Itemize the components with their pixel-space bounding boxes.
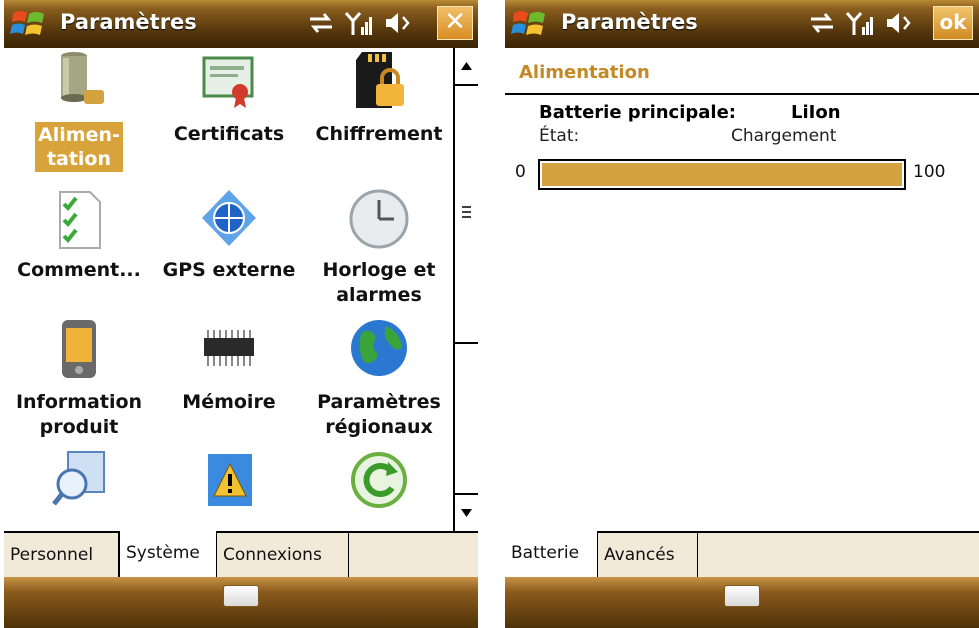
grid-item-search[interactable]	[4, 450, 154, 531]
tab-avances[interactable]: Avancés	[598, 533, 698, 577]
window-title: Paramètres	[561, 10, 698, 34]
tab-personnel[interactable]: Personnel	[4, 533, 119, 577]
memory-chip-icon	[204, 330, 254, 366]
grid-item-reset[interactable]	[304, 450, 453, 531]
tab-connexions[interactable]: Connexions	[217, 533, 349, 577]
warning-report-icon	[208, 454, 252, 506]
arrow-down-icon	[461, 509, 472, 517]
scroll-down-button[interactable]	[455, 493, 478, 531]
tab-bar: Personnel Système Connexions	[4, 531, 478, 577]
encryption-sdcard-lock-icon	[356, 52, 404, 108]
vertical-scrollbar[interactable]	[453, 48, 478, 531]
arrow-up-icon	[461, 62, 472, 70]
grid-item-label: Information produit	[15, 391, 143, 438]
grid-item-certificats[interactable]: Certificats	[154, 50, 304, 180]
close-button[interactable]: ✕	[437, 6, 473, 40]
softkey-bar	[4, 577, 478, 628]
clock-icon	[349, 189, 409, 249]
signal-strength-icon[interactable]	[344, 9, 374, 37]
grid-item-label: Certificats	[173, 123, 285, 145]
keyboard-icon[interactable]	[724, 585, 760, 607]
window-title: Paramètres	[60, 10, 197, 34]
signal-strength-icon[interactable]	[845, 9, 875, 37]
grip-icon	[462, 206, 471, 218]
power-settings-screen: Paramètres ok Alimentation Batterie prin…	[505, 0, 979, 628]
connectivity-arrows-icon[interactable]	[807, 9, 837, 37]
connectivity-arrows-icon[interactable]	[306, 9, 336, 37]
grid-item-information-produit[interactable]: Information produit	[4, 318, 154, 448]
state-label: État:	[539, 126, 580, 146]
grid-item-label: Alimen- tation	[4, 122, 154, 172]
grid-item-label: GPS externe	[162, 259, 296, 281]
grid-item-horloge[interactable]: Horloge et alarmes	[304, 188, 453, 308]
grid-item-comment[interactable]: Comment...	[4, 188, 154, 308]
windows-start-icon[interactable]	[10, 7, 48, 41]
certificate-icon	[202, 56, 254, 108]
settings-grid: Alimen- tation Certificats Chiffrement C…	[4, 48, 453, 531]
grid-item-warning[interactable]	[154, 450, 304, 531]
state-value: Chargement	[731, 126, 837, 146]
page-heading: Alimentation	[519, 62, 650, 83]
volume-icon[interactable]	[883, 9, 913, 37]
gps-globe-icon	[202, 190, 256, 246]
search-windows-icon	[52, 451, 105, 506]
scroll-thumb[interactable]	[455, 86, 478, 344]
grid-item-chiffrement[interactable]: Chiffrement	[304, 50, 453, 180]
grid-item-gps-externe[interactable]: GPS externe	[154, 188, 304, 308]
pda-device-icon	[62, 320, 96, 378]
progress-min-label: 0	[515, 162, 526, 182]
softkey-bar	[505, 577, 979, 628]
battery-type: LiIon	[791, 102, 841, 123]
battery-level-fill	[542, 163, 902, 186]
settings-system-screen: Paramètres ✕ Alimen- tation Certificats …	[4, 0, 478, 628]
grid-item-parametres-regionaux[interactable]: Paramètres régionaux	[304, 318, 453, 448]
ok-button[interactable]: ok	[933, 6, 973, 40]
volume-icon[interactable]	[382, 9, 412, 37]
battery-level-bar	[538, 159, 906, 190]
title-bar: Paramètres ok	[505, 0, 979, 48]
tab-bar: Batterie Avancés	[505, 531, 979, 577]
keyboard-icon[interactable]	[223, 585, 259, 607]
progress-max-label: 100	[913, 162, 946, 182]
battery-label: Batterie principale:	[539, 102, 736, 123]
grid-item-label: Chiffrement	[315, 123, 443, 145]
tab-batterie[interactable]: Batterie	[505, 531, 598, 577]
windows-start-icon[interactable]	[511, 7, 549, 41]
tab-systeme[interactable]: Système	[119, 531, 217, 577]
grid-item-label: Mémoire	[182, 391, 276, 413]
grid-item-alimentation[interactable]: Alimen- tation	[4, 50, 154, 180]
earth-globe-icon	[351, 320, 407, 376]
grid-item-label: Paramètres régionaux	[317, 391, 441, 438]
title-bar: Paramètres ✕	[4, 0, 478, 48]
reset-arrow-icon	[351, 452, 407, 508]
divider	[505, 93, 979, 95]
grid-item-label: Comment...	[17, 259, 141, 281]
checklist-icon	[59, 191, 101, 249]
grid-item-label: Horloge et alarmes	[322, 259, 436, 306]
grid-item-memoire[interactable]: Mémoire	[154, 318, 304, 448]
scroll-up-button[interactable]	[455, 48, 478, 86]
battery-icon	[61, 52, 104, 104]
